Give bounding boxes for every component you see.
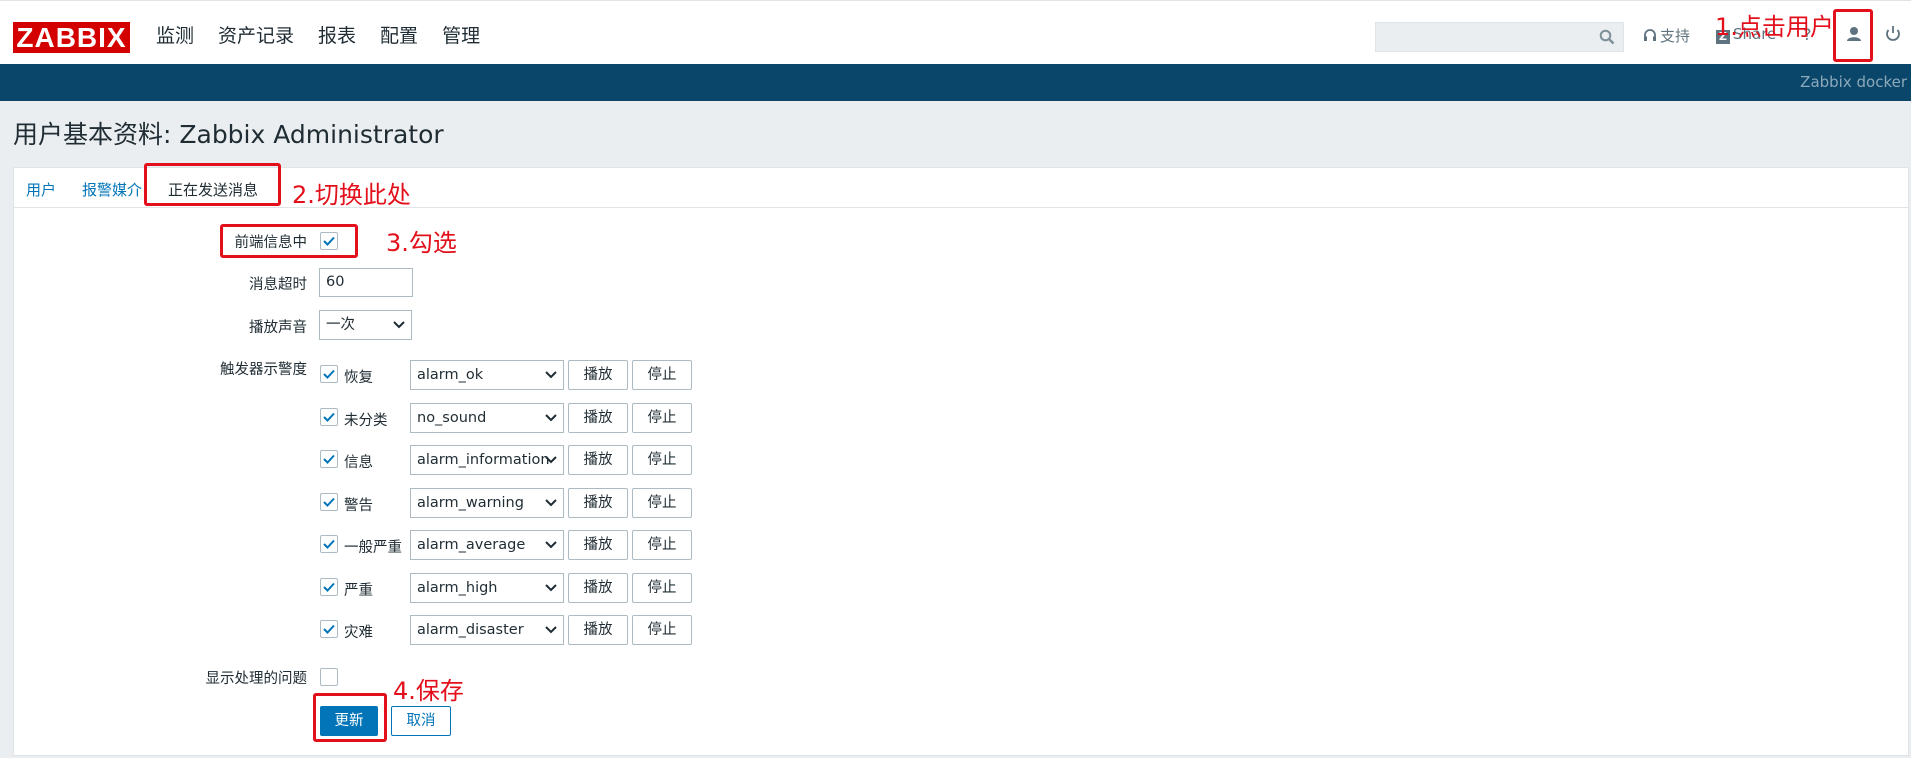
severity-checkbox[interactable] (320, 408, 338, 426)
checkmark-icon (323, 539, 335, 549)
stop-sound-button[interactable]: 停止 (632, 573, 692, 603)
support-label: 支持 (1660, 27, 1691, 45)
power-icon (1886, 26, 1900, 41)
annotation-step1: 1.点击用户 (1715, 13, 1834, 41)
chevron-down-icon (545, 499, 557, 507)
severity-checkbox[interactable] (320, 450, 338, 468)
play-sound-value: 一次 (326, 317, 355, 333)
checkmark-icon (323, 624, 335, 634)
stop-sound-button[interactable]: 停止 (632, 615, 692, 645)
chevron-down-icon (545, 626, 557, 634)
severity-checkbox[interactable] (320, 620, 338, 638)
severity-sound-value: no_sound (417, 410, 487, 426)
severity-sound-value: alarm_disaster (417, 622, 524, 638)
menu-item-inventory[interactable]: 资产记录 (218, 21, 294, 51)
severity-name: 一般严重 (344, 540, 402, 556)
severity-sound-select[interactable]: alarm_disaster (410, 615, 564, 645)
play-sound-button[interactable]: 播放 (568, 403, 628, 433)
play-sound-button[interactable]: 播放 (568, 488, 628, 518)
play-sound-button[interactable]: 播放 (568, 445, 628, 475)
search-icon[interactable] (1599, 29, 1615, 45)
severity-sound-select[interactable]: alarm_information (410, 445, 564, 475)
severity-checkbox[interactable] (320, 535, 338, 553)
severity-sound-select[interactable]: alarm_ok (410, 360, 564, 390)
search-input[interactable] (1375, 22, 1624, 52)
timeout-label: 消息超时 (249, 277, 307, 293)
menu-item-monitoring[interactable]: 监测 (156, 21, 194, 51)
severity-checkbox[interactable] (320, 365, 338, 383)
checkmark-icon (323, 369, 335, 379)
page-title: 用户基本资料: Zabbix Administrator (13, 120, 444, 149)
chevron-down-icon (393, 321, 405, 329)
stop-sound-button[interactable]: 停止 (632, 403, 692, 433)
cancel-button[interactable]: 取消 (391, 706, 451, 736)
chevron-down-icon (545, 541, 557, 549)
severity-sound-value: alarm_average (417, 537, 526, 553)
stop-sound-button[interactable]: 停止 (632, 488, 692, 518)
play-sound-select[interactable]: 一次 (319, 310, 412, 340)
stop-sound-button[interactable]: 停止 (632, 360, 692, 390)
checkmark-icon (323, 497, 335, 507)
sign-out-button[interactable] (1882, 21, 1904, 47)
show-suppressed-label: 显示处理的问题 (205, 671, 308, 687)
stop-sound-button[interactable]: 停止 (632, 445, 692, 475)
severity-sound-value: alarm_ok (417, 367, 484, 383)
menu-item-configuration[interactable]: 配置 (380, 21, 418, 51)
server-name: Zabbix docker (1800, 73, 1907, 91)
severity-sound-select[interactable]: alarm_average (410, 530, 564, 560)
severity-sound-select[interactable]: alarm_high (410, 573, 564, 603)
annotation-box-checkbox (220, 224, 358, 258)
checkmark-icon (323, 412, 335, 422)
severity-label: 触发器示警度 (220, 362, 307, 378)
severity-name: 严重 (344, 583, 373, 599)
chevron-down-icon (545, 584, 557, 592)
severity-sound-value: alarm_warning (417, 495, 524, 511)
play-sound-button[interactable]: 播放 (568, 360, 628, 390)
top-header: ZABBIX 监测 资产记录 报表 配置 管理 支持 Z Share ? (0, 0, 1911, 64)
play-sound-button[interactable]: 播放 (568, 573, 628, 603)
annotation-box-tab (144, 163, 281, 206)
severity-sound-select[interactable]: no_sound (410, 403, 564, 433)
severity-checkbox[interactable] (320, 578, 338, 596)
stop-sound-button[interactable]: 停止 (632, 530, 692, 560)
severity-sound-select[interactable]: alarm_warning (410, 488, 564, 518)
chevron-down-icon (545, 371, 557, 379)
checkmark-icon (323, 582, 335, 592)
checkmark-icon (323, 454, 335, 464)
timeout-input[interactable]: 60 (319, 268, 413, 297)
severity-name: 未分类 (344, 413, 388, 429)
tab-media[interactable]: 报警媒介 (82, 179, 142, 200)
annotation-step4: 4.保存 (393, 677, 464, 705)
play-sound-button[interactable]: 播放 (568, 615, 628, 645)
show-suppressed-checkbox[interactable] (320, 668, 338, 686)
severity-name: 信息 (344, 455, 373, 471)
headset-icon (1644, 29, 1656, 41)
server-strip: Zabbix docker (0, 64, 1911, 101)
chevron-down-icon (545, 456, 557, 464)
severity-name: 恢复 (344, 370, 373, 386)
severity-sound-value: alarm_information (417, 452, 550, 468)
severity-name: 警告 (344, 498, 373, 514)
chevron-down-icon (545, 414, 557, 422)
severity-sound-value: alarm_high (417, 580, 498, 596)
annotation-step2: 2.切换此处 (292, 181, 411, 209)
play-sound-button[interactable]: 播放 (568, 530, 628, 560)
severity-checkbox[interactable] (320, 493, 338, 511)
main-menu: 监测 资产记录 报表 配置 管理 (156, 21, 504, 51)
tab-user[interactable]: 用户 (26, 179, 56, 200)
play-sound-label: 播放声音 (249, 320, 307, 336)
zabbix-logo[interactable]: ZABBIX (13, 22, 130, 53)
severity-name: 灾难 (344, 625, 373, 641)
menu-item-reports[interactable]: 报表 (318, 21, 356, 51)
annotation-box-user (1833, 9, 1873, 62)
support-link[interactable]: 支持 (1643, 25, 1690, 46)
annotation-step3: 3.勾选 (386, 229, 457, 257)
menu-item-administration[interactable]: 管理 (442, 21, 480, 51)
annotation-box-update (313, 693, 387, 742)
